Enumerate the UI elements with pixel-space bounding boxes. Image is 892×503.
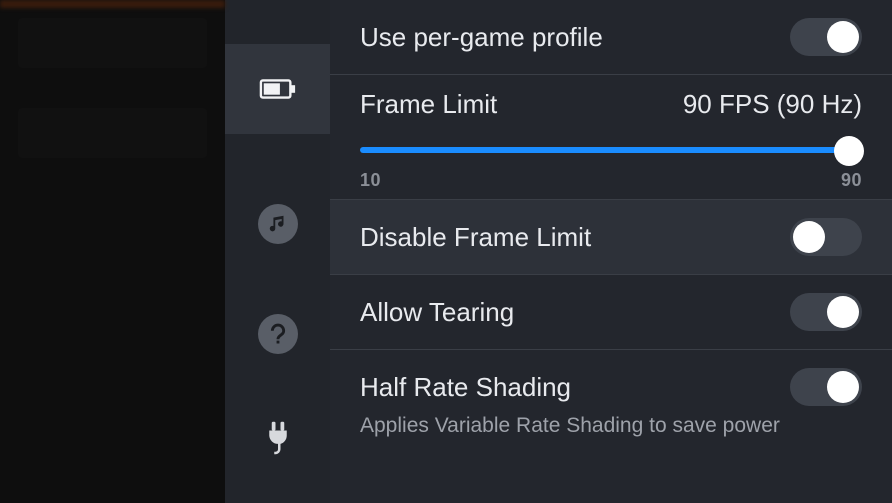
allow-tearing-label: Allow Tearing (360, 297, 514, 328)
slider-max-label: 90 (841, 170, 862, 191)
allow-tearing-toggle[interactable] (790, 293, 862, 331)
frame-limit-slider-block: 10 90 (330, 126, 892, 200)
half-rate-shading-description: Applies Variable Rate Shading to save po… (330, 414, 892, 452)
sidebar-item-help[interactable] (225, 314, 330, 354)
half-rate-shading-toggle[interactable] (790, 368, 862, 406)
per-game-profile-toggle[interactable] (790, 18, 862, 56)
slider-min-label: 10 (360, 170, 381, 191)
sidebar-item-power[interactable] (225, 424, 330, 452)
setting-disable-frame-limit[interactable]: Disable Frame Limit (330, 200, 892, 275)
sidebar-item-audio[interactable] (225, 204, 330, 244)
music-icon (258, 204, 298, 244)
setting-half-rate-shading[interactable]: Half Rate Shading Applies Variable Rate … (330, 350, 892, 452)
slider-handle[interactable] (834, 136, 864, 166)
frame-limit-value: 90 FPS (90 Hz) (683, 89, 862, 120)
sidebar-item-performance[interactable] (225, 44, 330, 134)
per-game-profile-label: Use per-game profile (360, 22, 603, 53)
quick-settings-sidebar (225, 0, 330, 503)
disable-frame-limit-toggle[interactable] (790, 218, 862, 256)
setting-per-game-profile[interactable]: Use per-game profile (330, 0, 892, 75)
half-rate-shading-label: Half Rate Shading (360, 372, 571, 403)
frame-limit-slider[interactable] (360, 136, 862, 164)
setting-allow-tearing[interactable]: Allow Tearing (330, 275, 892, 350)
background-blur (0, 0, 225, 503)
help-icon (258, 314, 298, 354)
setting-frame-limit-header: Frame Limit 90 FPS (90 Hz) (330, 75, 892, 126)
plug-icon (259, 424, 297, 452)
frame-limit-label: Frame Limit (360, 89, 497, 120)
disable-frame-limit-label: Disable Frame Limit (360, 222, 591, 253)
battery-icon (259, 75, 297, 103)
performance-settings-panel: Use per-game profile Frame Limit 90 FPS … (330, 0, 892, 503)
